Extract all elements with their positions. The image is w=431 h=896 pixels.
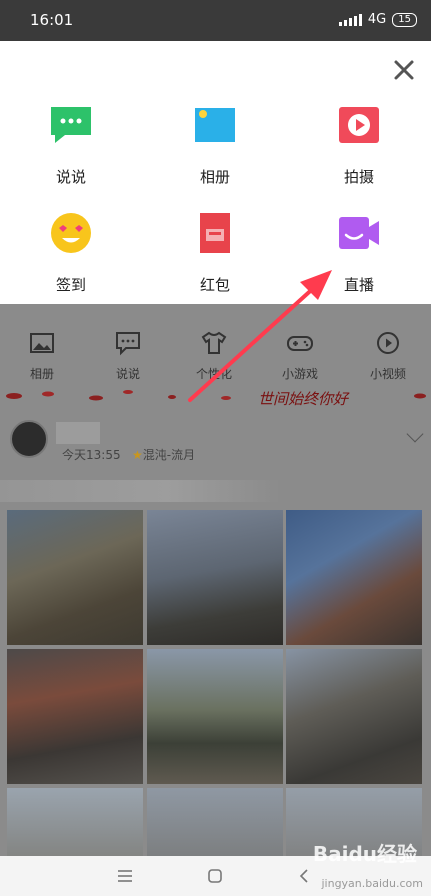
photo-thumbnail[interactable] bbox=[147, 649, 283, 784]
panel-item-label: 拍摄 bbox=[343, 168, 374, 186]
panel-item-talk[interactable]: 说说 bbox=[16, 103, 126, 187]
network-label: 4G bbox=[367, 12, 387, 27]
banner-text: 世间始终你好 bbox=[258, 390, 349, 408]
panel-item-checkin[interactable]: 签到 bbox=[16, 211, 126, 295]
feed-item-album[interactable]: 相册 bbox=[6, 330, 78, 382]
feed-item-games[interactable]: 小游戏 bbox=[264, 330, 336, 382]
signal-icon bbox=[338, 13, 362, 26]
panel-item-live[interactable]: 直播 bbox=[304, 211, 414, 295]
menu-icon[interactable] bbox=[116, 868, 134, 884]
battery-icon: 15 bbox=[392, 12, 417, 27]
panel-item-label: 红包 bbox=[199, 276, 230, 294]
talk-icon bbox=[51, 107, 91, 143]
avatar[interactable] bbox=[10, 420, 48, 458]
picture-icon bbox=[30, 333, 54, 353]
shirt-icon bbox=[201, 331, 227, 354]
post-tag-label: 混沌-流月 bbox=[142, 448, 196, 462]
close-icon[interactable] bbox=[390, 56, 418, 84]
photo-thumbnail[interactable] bbox=[7, 510, 143, 645]
feed-item-personalize[interactable]: 个性化 bbox=[178, 330, 250, 382]
post-time: 今天13:55 bbox=[62, 448, 121, 462]
photo-thumbnail[interactable] bbox=[286, 649, 422, 784]
feed-shortcut-bar: 相册 说说 个性化 小游戏 小视频 bbox=[0, 314, 431, 381]
watermark-url: jingyan.baidu.com bbox=[321, 877, 423, 890]
feed-item-label: 个性化 bbox=[195, 367, 232, 381]
chevron-down-icon[interactable] bbox=[406, 425, 424, 443]
panel-item-red-envelope[interactable]: 红包 bbox=[160, 211, 270, 295]
post-header: 今天13:55 ★混沌-流月 bbox=[0, 414, 431, 474]
banner-decoration bbox=[0, 386, 431, 406]
red-envelope-icon bbox=[200, 213, 230, 253]
post-tag: ★混沌-流月 bbox=[132, 446, 195, 463]
back-icon[interactable] bbox=[296, 868, 314, 884]
photo-thumbnail[interactable] bbox=[286, 510, 422, 645]
gamepad-icon bbox=[287, 336, 313, 351]
status-bar: 16:01 4G 15 bbox=[0, 0, 431, 41]
photo-thumbnail[interactable] bbox=[7, 788, 143, 856]
album-icon bbox=[195, 108, 235, 142]
photo-thumbnail[interactable] bbox=[147, 510, 283, 645]
blurred-text bbox=[0, 480, 280, 502]
live-icon bbox=[339, 217, 379, 249]
feed-item-label: 小视频 bbox=[369, 367, 406, 381]
camera-icon bbox=[339, 107, 379, 143]
blurred-username bbox=[56, 422, 100, 444]
panel-item-label: 相册 bbox=[199, 168, 230, 186]
feed-item-label: 说说 bbox=[115, 367, 140, 381]
status-time: 16:01 bbox=[30, 11, 74, 29]
home-icon[interactable] bbox=[206, 868, 224, 884]
panel-item-label: 说说 bbox=[55, 168, 86, 186]
publish-panel: 说说 相册 拍摄 签到 红包 直播 bbox=[0, 41, 431, 304]
star-icon: ★ bbox=[132, 448, 143, 462]
panel-item-album[interactable]: 相册 bbox=[160, 103, 270, 187]
panel-item-camera[interactable]: 拍摄 bbox=[304, 103, 414, 187]
feed-item-talk[interactable]: 说说 bbox=[92, 330, 164, 382]
dimmed-feed: 相册 说说 个性化 小游戏 小视频 世间始终你好 今天13:55 ★混沌-流月 bbox=[0, 304, 431, 856]
status-indicators: 4G 15 bbox=[338, 12, 417, 27]
checkin-icon bbox=[51, 213, 91, 253]
photo-thumbnail[interactable] bbox=[147, 788, 283, 856]
feed-item-label: 相册 bbox=[29, 367, 54, 381]
feed-item-label: 小游戏 bbox=[281, 367, 318, 381]
feed-item-videos[interactable]: 小视频 bbox=[352, 330, 424, 382]
photo-thumbnail[interactable] bbox=[7, 649, 143, 784]
petals-decoration bbox=[6, 390, 426, 401]
panel-item-label: 签到 bbox=[55, 276, 86, 294]
video-icon bbox=[377, 332, 399, 354]
watermark-logo: Baidu经验 bbox=[312, 842, 417, 866]
message-icon bbox=[116, 332, 140, 356]
panel-item-label: 直播 bbox=[343, 276, 374, 294]
